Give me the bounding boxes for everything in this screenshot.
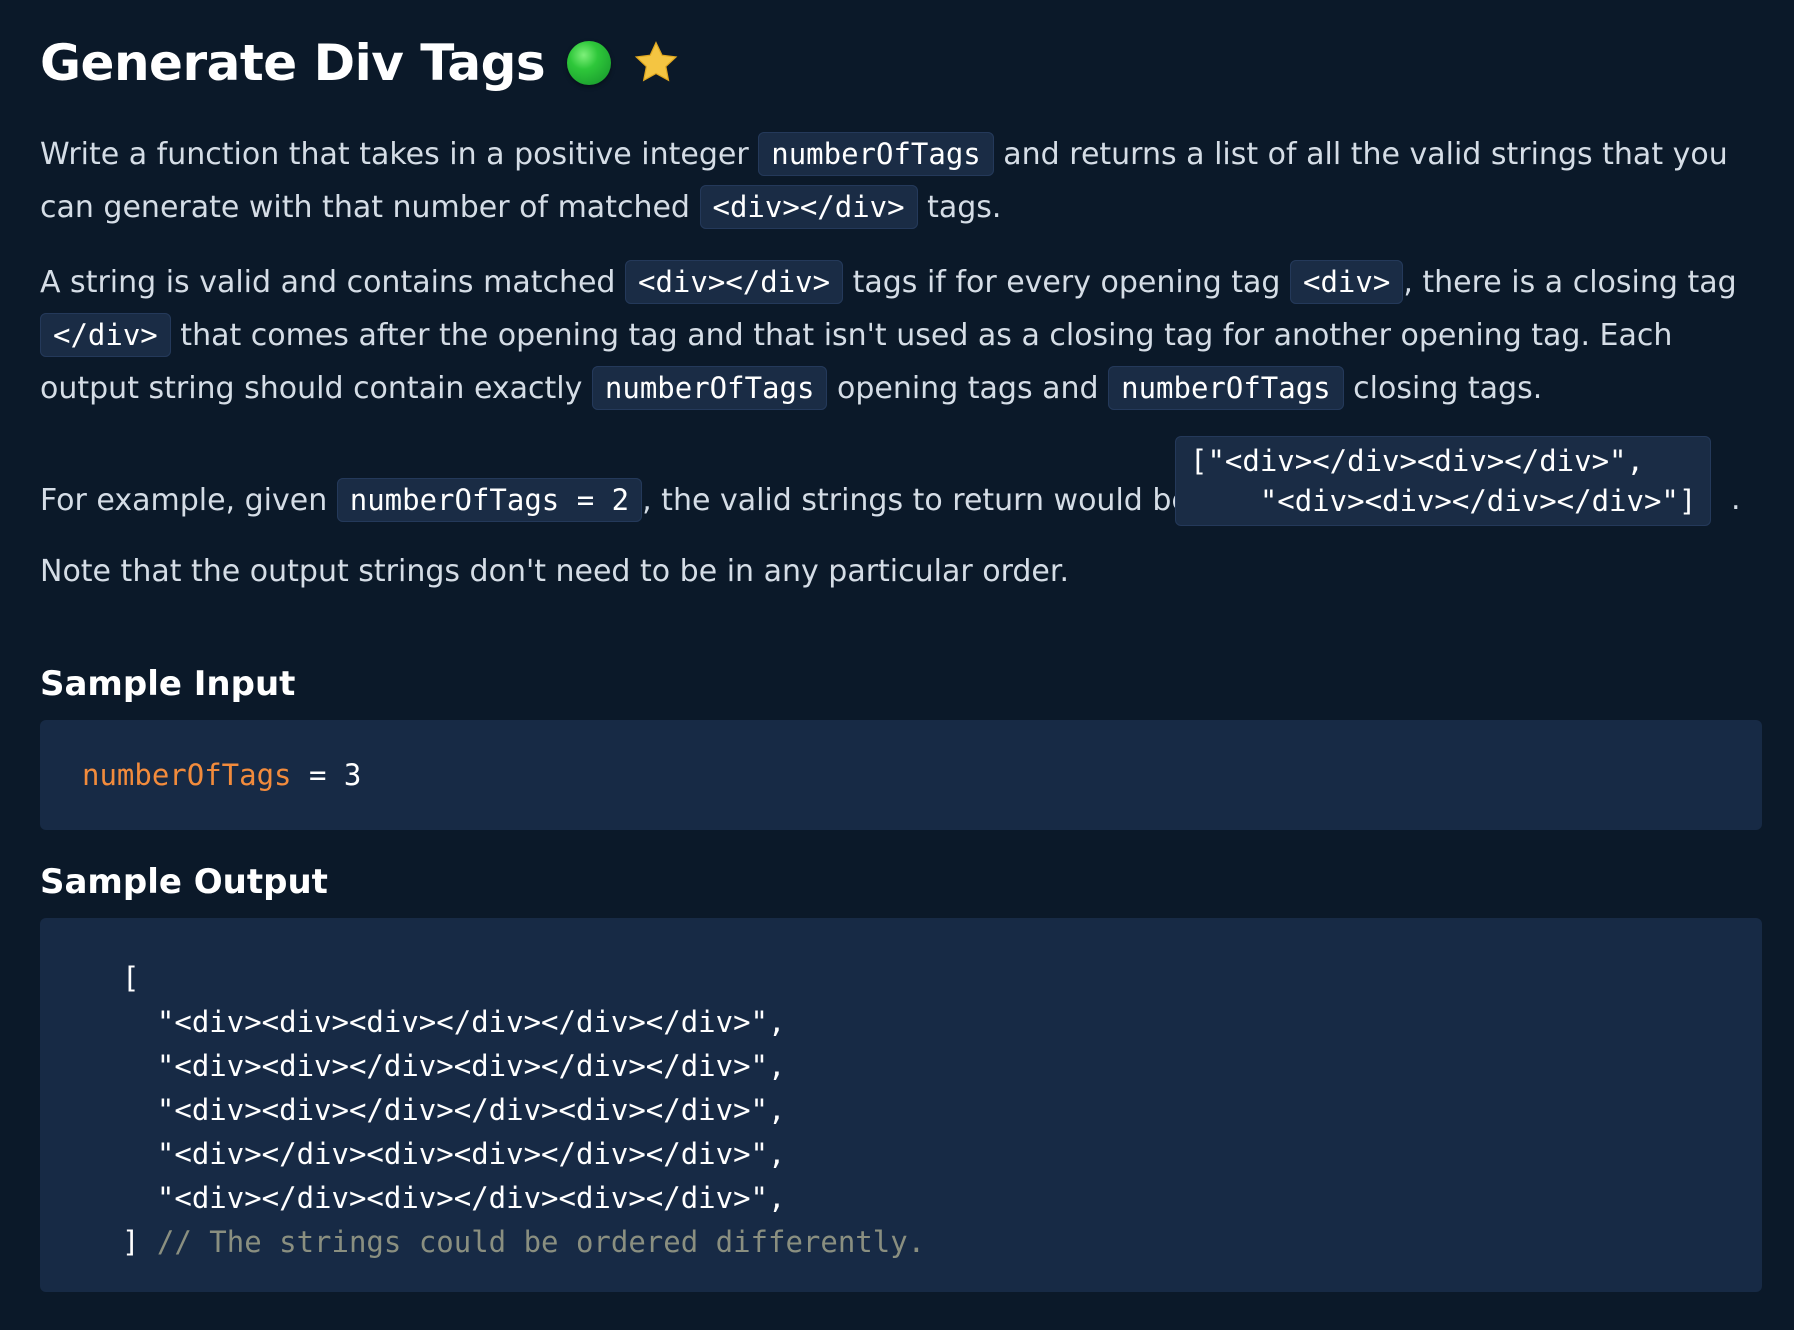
- inline-code: numberOfTags: [1108, 366, 1344, 410]
- description-paragraph-1: Write a function that takes in a positiv…: [40, 128, 1762, 234]
- text: A string is valid and contains matched: [40, 265, 626, 300]
- code-line: "<div><div></div><div></div></div>",: [122, 1049, 786, 1083]
- text: .: [1731, 482, 1741, 517]
- text: , there is a closing tag: [1403, 265, 1737, 300]
- example-paragraph: For example, given numberOfTags = 2, the…: [40, 436, 1762, 528]
- code-line: [: [122, 961, 140, 995]
- text: closing tags.: [1343, 371, 1543, 406]
- variable-name: numberOfTags: [82, 758, 292, 792]
- text: tags.: [917, 190, 1002, 225]
- difficulty-indicator-icon: [567, 41, 612, 85]
- inline-code: numberOfTags = 2: [336, 478, 643, 522]
- sample-input-code-block: numberOfTags = 3: [40, 720, 1762, 830]
- inline-code: <div>: [1290, 260, 1404, 304]
- inline-code: <div></div>: [625, 260, 844, 304]
- code-line: "<div><div><div></div></div></div>",: [122, 1005, 786, 1039]
- code-line: ] // The strings could be ordered differ…: [122, 1220, 1762, 1264]
- text: Write a function that takes in a positiv…: [40, 137, 759, 172]
- inline-code: <div></div>: [699, 185, 918, 229]
- inline-code: </div>: [40, 313, 171, 357]
- description-paragraph-2: A string is valid and contains matched <…: [40, 256, 1762, 415]
- sample-output-code-block: [ "<div><div><div></div></div></div>", "…: [40, 918, 1762, 1292]
- text: For example, given: [40, 483, 337, 518]
- text: opening tags and: [827, 371, 1109, 406]
- code-comment: // The strings could be ordered differen…: [156, 1225, 926, 1259]
- star-icon[interactable]: [631, 38, 681, 88]
- sample-output-heading: Sample Output: [40, 862, 328, 902]
- text: tags if for every opening tag: [843, 265, 1291, 300]
- code-line: "<div></div><div><div></div></div>",: [122, 1137, 786, 1171]
- example-text: For example, given numberOfTags = 2, the…: [40, 474, 1200, 527]
- description-paragraph-4: Note that the output strings don't need …: [40, 554, 1070, 589]
- code-line: "<div></div><div></div><div></div>",: [122, 1181, 786, 1215]
- inline-code: numberOfTags: [591, 366, 828, 410]
- inline-code: numberOfTags: [758, 132, 994, 176]
- sample-input-heading: Sample Input: [40, 664, 296, 704]
- text: , the valid strings to return would be:: [642, 483, 1200, 518]
- closing-bracket: ]: [122, 1225, 157, 1259]
- example-code-block: ["<div></div><div></div>", "<div><div></…: [1175, 436, 1712, 526]
- title-row: Generate Div Tags: [40, 28, 681, 98]
- assignment-value: = 3: [291, 758, 362, 792]
- code-line: "<div><div></div></div><div></div>",: [122, 1093, 786, 1127]
- page-title: Generate Div Tags: [40, 34, 546, 92]
